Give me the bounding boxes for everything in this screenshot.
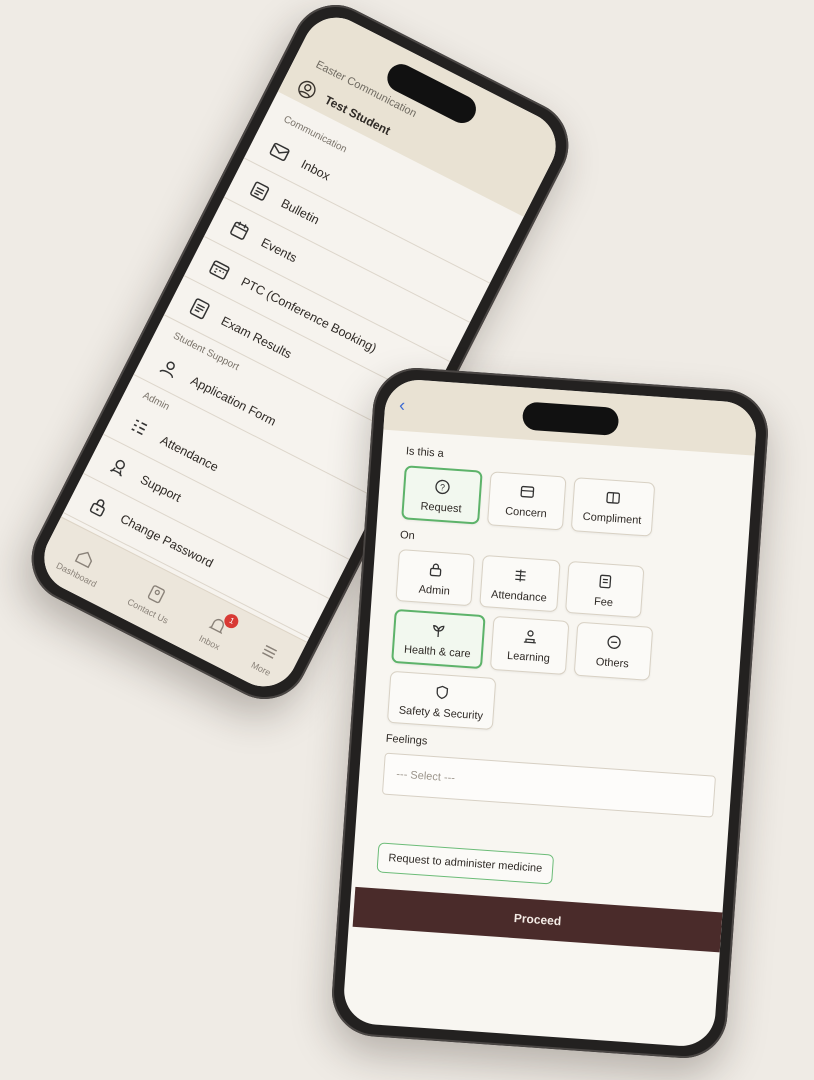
option-admin[interactable]: Admin xyxy=(395,549,475,607)
option-label: Health & care xyxy=(403,643,471,661)
svg-text:?: ? xyxy=(440,482,446,492)
subject-suggestion[interactable]: Request to administer medicine xyxy=(376,842,555,885)
inbox-icon xyxy=(265,137,295,167)
option-fee[interactable]: Fee xyxy=(564,560,645,619)
option-compliment[interactable]: Compliment xyxy=(570,477,656,537)
lock-icon xyxy=(84,491,114,521)
shield-icon xyxy=(431,681,454,704)
option-attendance[interactable]: Attendance xyxy=(479,554,561,613)
feelings-placeholder: --- Select --- xyxy=(395,768,456,785)
topic-options: Admin Attendance Fee Health & care Learn… xyxy=(386,549,730,746)
option-label: Request xyxy=(420,500,462,516)
option-label: Learning xyxy=(506,649,551,665)
option-label: Fee xyxy=(593,595,614,610)
tab-more[interactable]: More xyxy=(249,637,284,678)
events-icon xyxy=(225,215,255,245)
calendar-icon xyxy=(205,254,235,284)
results-icon xyxy=(185,294,215,324)
option-label: Admin xyxy=(418,583,451,598)
option-concern[interactable]: Concern xyxy=(486,471,567,531)
avatar-icon xyxy=(292,75,322,105)
learning-icon xyxy=(518,625,541,648)
option-label: Others xyxy=(595,656,630,671)
support-icon xyxy=(104,452,134,482)
question-icon: ? xyxy=(431,475,454,498)
option-others[interactable]: Others xyxy=(573,621,653,681)
option-health-care[interactable]: Health & care xyxy=(391,608,486,670)
admin-icon xyxy=(424,558,447,581)
option-label: Attendance xyxy=(490,588,548,605)
others-icon xyxy=(602,631,625,654)
option-label: Concern xyxy=(504,505,548,521)
option-safety-security[interactable]: Safety & Security xyxy=(386,670,497,731)
tab-inbox[interactable]: 1 Inbox xyxy=(198,610,242,652)
application-icon xyxy=(155,353,185,383)
bulletin-icon xyxy=(245,176,275,206)
menu-item-label: Inbox xyxy=(298,156,333,183)
form-body: Is this a ? Request Concern Compliment O… xyxy=(352,439,738,953)
menu-item-label: Events xyxy=(258,235,300,265)
back-arrow-icon[interactable]: ‹ xyxy=(398,395,405,416)
compliment-icon xyxy=(602,486,625,509)
proceed-button[interactable]: Proceed xyxy=(352,886,723,953)
attendance-icon xyxy=(124,413,154,443)
option-label: Compliment xyxy=(582,510,642,527)
option-label: Safety & Security xyxy=(398,704,484,723)
attendance-icon xyxy=(509,564,532,587)
option-request[interactable]: ? Request xyxy=(401,465,483,525)
menu-item-label: Support xyxy=(138,472,184,505)
form-screen: ‹ Is this a ? Request Concern Compliment… xyxy=(341,377,759,1049)
tab-contact-us[interactable]: Contact Us xyxy=(126,574,182,625)
form-phone: ‹ Is this a ? Request Concern Compliment… xyxy=(329,365,771,1061)
health-icon xyxy=(427,619,450,642)
fee-icon xyxy=(593,570,616,593)
subject-text: Request to administer medicine xyxy=(388,852,543,875)
concern-icon xyxy=(516,480,539,503)
option-learning[interactable]: Learning xyxy=(489,615,570,675)
menu-item-label: Bulletin xyxy=(278,195,322,227)
tab-dashboard[interactable]: Dashboard xyxy=(55,538,110,589)
